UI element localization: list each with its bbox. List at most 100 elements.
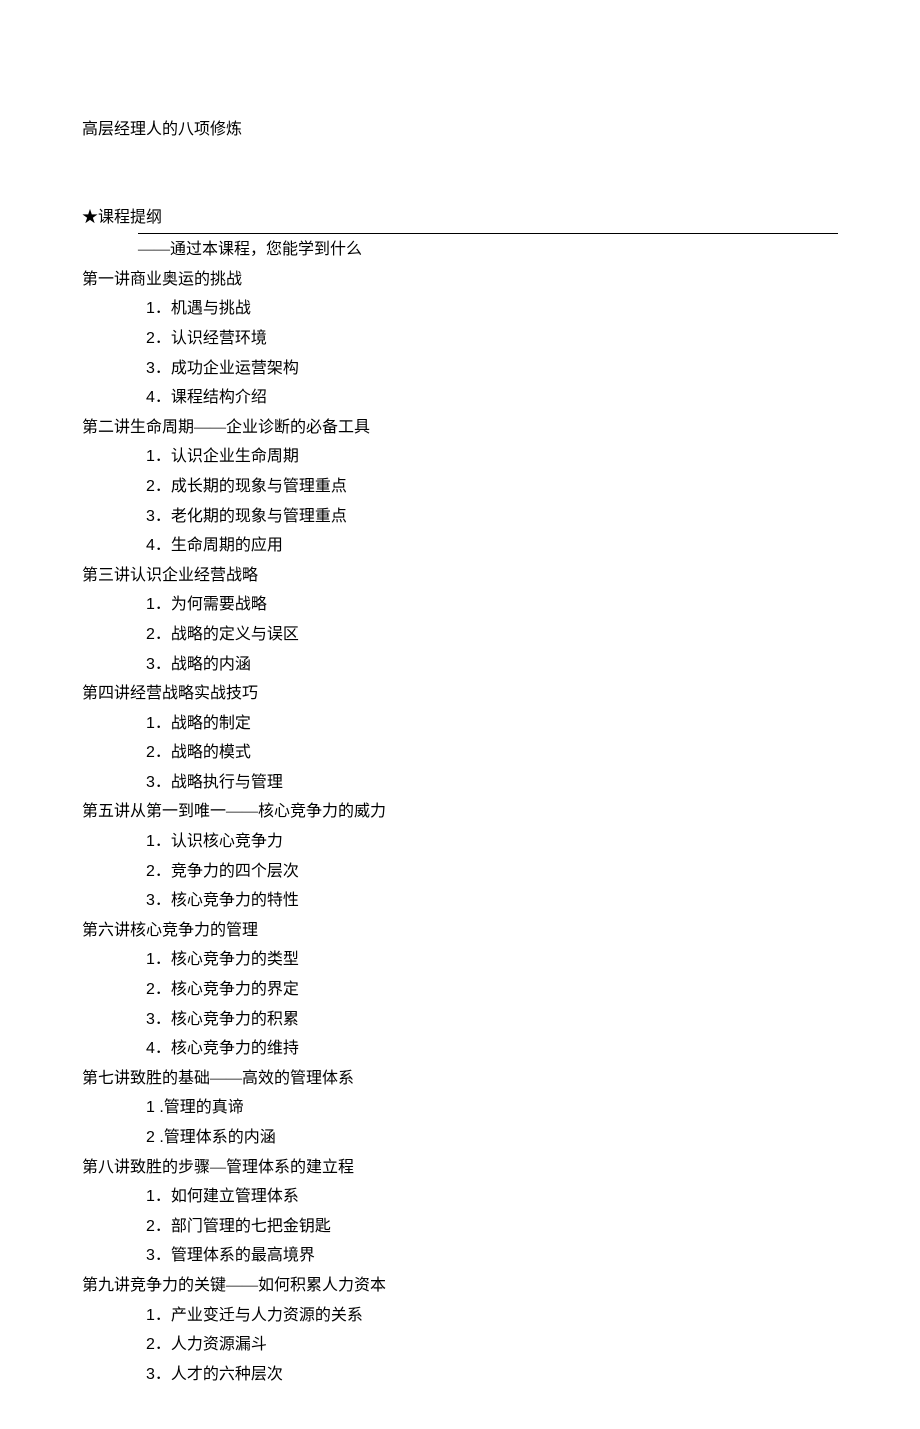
outline-header: ★课程提纲 xyxy=(82,203,838,233)
item-text: 老化期的现象与管理重点 xyxy=(171,508,347,525)
item-number: 1． xyxy=(146,1188,171,1205)
item-text: 机遇与挑战 xyxy=(171,300,251,317)
item-number: 1． xyxy=(146,1307,171,1324)
item-number: 1． xyxy=(146,951,171,968)
item-text: 成功企业运营架构 xyxy=(171,360,299,377)
list-item: 3．人才的六种层次 xyxy=(146,1360,838,1390)
section-title: 第七讲致胜的基础——高效的管理体系 xyxy=(82,1064,838,1094)
item-number: 2． xyxy=(146,1336,171,1353)
item-text: 认识核心竞争力 xyxy=(171,833,283,850)
list-item: 3．成功企业运营架构 xyxy=(146,354,838,384)
item-number: 3． xyxy=(146,360,171,377)
item-number: 1． xyxy=(146,596,171,613)
list-item: 2．战略的模式 xyxy=(146,738,838,768)
course-subtitle: ——通过本课程，您能学到什么 xyxy=(138,235,838,265)
list-item: 1．如何建立管理体系 xyxy=(146,1182,838,1212)
item-number: 3． xyxy=(146,1366,171,1383)
list-item: 1．产业变迁与人力资源的关系 xyxy=(146,1301,838,1331)
item-number: 3． xyxy=(146,1011,171,1028)
list-item: 3．核心竞争力的特性 xyxy=(146,886,838,916)
list-item: 3．战略的内涵 xyxy=(146,650,838,680)
item-text: 战略的定义与误区 xyxy=(171,626,299,643)
item-number: 2． xyxy=(146,981,171,998)
item-number: 3． xyxy=(146,508,171,525)
item-text: 管理的真谛 xyxy=(164,1099,244,1116)
item-text: 成长期的现象与管理重点 xyxy=(171,478,347,495)
list-item: 2．竞争力的四个层次 xyxy=(146,857,838,887)
list-item: 3．战略执行与管理 xyxy=(146,768,838,798)
item-text: 战略的模式 xyxy=(171,744,251,761)
section-title: 第八讲致胜的步骤—管理体系的建立程 xyxy=(82,1153,838,1183)
item-text: 核心竞争力的积累 xyxy=(171,1011,299,1028)
item-number: 2． xyxy=(146,1218,171,1235)
item-text: 核心竞争力的维持 xyxy=(171,1040,299,1057)
item-number: 2． xyxy=(146,478,171,495)
item-number: 2． xyxy=(146,863,171,880)
item-text: 为何需要战略 xyxy=(171,596,267,613)
section-title: 第四讲经营战略实战技巧 xyxy=(82,679,838,709)
item-text: 核心竞争力的特性 xyxy=(171,892,299,909)
item-text: 产业变迁与人力资源的关系 xyxy=(171,1307,363,1324)
item-number: 3． xyxy=(146,1247,171,1264)
section-title: 第一讲商业奥运的挑战 xyxy=(82,265,838,295)
item-number: 1． xyxy=(146,448,171,465)
item-text: 课程结构介绍 xyxy=(171,389,267,406)
list-item: 2 .管理体系的内涵 xyxy=(146,1123,838,1153)
item-text: 核心竞争力的类型 xyxy=(171,951,299,968)
list-item: 3．管理体系的最高境界 xyxy=(146,1241,838,1271)
item-number: 4． xyxy=(146,1040,171,1057)
section-title: 第六讲核心竞争力的管理 xyxy=(82,916,838,946)
section-title: 第九讲竞争力的关键——如何积累人力资本 xyxy=(82,1271,838,1301)
item-text: 管理体系的内涵 xyxy=(164,1129,276,1146)
list-item: 4．课程结构介绍 xyxy=(146,383,838,413)
list-item: 1 .管理的真谛 xyxy=(146,1093,838,1123)
list-item: 1．认识企业生命周期 xyxy=(146,442,838,472)
item-text: 核心竞争力的界定 xyxy=(171,981,299,998)
item-text: 战略执行与管理 xyxy=(171,774,283,791)
item-text: 生命周期的应用 xyxy=(171,537,283,554)
item-number: 1 . xyxy=(146,1099,164,1116)
item-text: 人才的六种层次 xyxy=(171,1366,283,1383)
list-item: 3．核心竞争力的积累 xyxy=(146,1005,838,1035)
item-number: 2． xyxy=(146,330,171,347)
item-text: 部门管理的七把金钥匙 xyxy=(171,1218,331,1235)
item-number: 2 . xyxy=(146,1129,164,1146)
document-title: 高层经理人的八项修炼 xyxy=(82,115,838,145)
list-item: 2．战略的定义与误区 xyxy=(146,620,838,650)
item-number: 4． xyxy=(146,537,171,554)
list-item: 4．核心竞争力的维持 xyxy=(146,1034,838,1064)
list-item: 3．老化期的现象与管理重点 xyxy=(146,502,838,532)
list-item: 2．成长期的现象与管理重点 xyxy=(146,472,838,502)
section-title: 第五讲从第一到唯一——核心竞争力的威力 xyxy=(82,797,838,827)
list-item: 1．核心竞争力的类型 xyxy=(146,945,838,975)
item-text: 战略的制定 xyxy=(171,715,251,732)
item-text: 认识企业生命周期 xyxy=(171,448,299,465)
item-number: 3． xyxy=(146,892,171,909)
item-number: 1． xyxy=(146,833,171,850)
list-item: 2．认识经营环境 xyxy=(146,324,838,354)
sections-container: 第一讲商业奥运的挑战1．机遇与挑战2．认识经营环境3．成功企业运营架构4．课程结… xyxy=(82,265,838,1390)
list-item: 2．部门管理的七把金钥匙 xyxy=(146,1212,838,1242)
item-text: 战略的内涵 xyxy=(171,656,251,673)
list-item: 1．机遇与挑战 xyxy=(146,294,838,324)
item-number: 3． xyxy=(146,656,171,673)
list-item: 1．战略的制定 xyxy=(146,709,838,739)
item-number: 4． xyxy=(146,389,171,406)
list-item: 2．核心竞争力的界定 xyxy=(146,975,838,1005)
item-number: 2． xyxy=(146,626,171,643)
section-title: 第三讲认识企业经营战略 xyxy=(82,561,838,591)
item-number: 3． xyxy=(146,774,171,791)
item-number: 2． xyxy=(146,744,171,761)
item-number: 1． xyxy=(146,300,171,317)
item-text: 人力资源漏斗 xyxy=(171,1336,267,1353)
list-item: 1．为何需要战略 xyxy=(146,590,838,620)
list-item: 4．生命周期的应用 xyxy=(146,531,838,561)
item-text: 如何建立管理体系 xyxy=(171,1188,299,1205)
item-text: 认识经营环境 xyxy=(171,330,267,347)
list-item: 1．认识核心竞争力 xyxy=(146,827,838,857)
list-item: 2．人力资源漏斗 xyxy=(146,1330,838,1360)
divider xyxy=(138,233,838,234)
item-number: 1． xyxy=(146,715,171,732)
item-text: 管理体系的最高境界 xyxy=(171,1247,315,1264)
section-title: 第二讲生命周期——企业诊断的必备工具 xyxy=(82,413,838,443)
